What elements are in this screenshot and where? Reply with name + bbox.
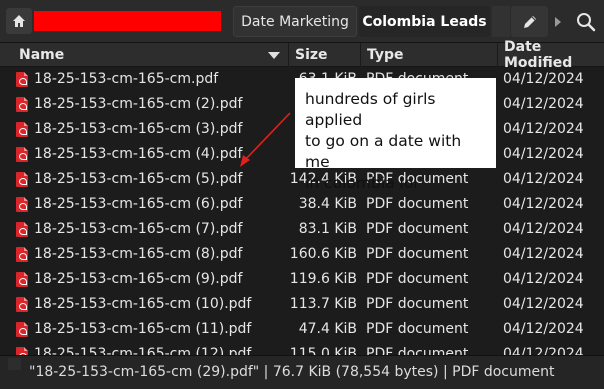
tab-colombia-leads[interactable]: Colombia Leads (359, 6, 490, 37)
file-row[interactable]: 18-25-153-cm-165-cm (7).pdf 83.1 KiB PDF… (0, 217, 604, 242)
file-row[interactable]: 18-25-153-cm-165-cm (6).pdf 38.4 KiB PDF… (0, 192, 604, 217)
file-date: 04/12/2024 (503, 96, 584, 112)
column-header-name[interactable]: Name (0, 43, 289, 67)
file-size: 115.0 KiB (289, 346, 357, 355)
pdf-file-icon (16, 247, 28, 262)
column-type-label: Type (367, 47, 404, 63)
file-name: 18-25-153-cm-165-cm (11).pdf (34, 321, 252, 337)
pdf-file-icon (16, 72, 28, 87)
search-button[interactable] (571, 6, 601, 37)
column-header-bar: Name Size Type Date Modified (0, 39, 604, 71)
edit-path-button[interactable] (511, 6, 548, 37)
pdf-file-icon (16, 347, 28, 355)
tab-label: Date Marketing (241, 13, 349, 30)
tab-overflow[interactable] (492, 6, 510, 37)
column-header-date-modified[interactable]: Date Modified (498, 39, 604, 71)
file-name: 18-25-153-cm-165-cm (6).pdf (34, 196, 243, 212)
file-type: PDF document (366, 271, 469, 287)
pdf-file-icon (16, 122, 28, 137)
redacted-path-segment (34, 11, 221, 31)
file-size: 38.4 KiB (298, 196, 357, 212)
file-name: 18-25-153-cm-165-cm (3).pdf (34, 121, 243, 137)
annotation-line: to go on a date with me (305, 132, 462, 171)
file-date: 04/12/2024 (503, 296, 584, 312)
status-bar-corner (8, 358, 21, 370)
file-name: 18-25-153-cm-165-cm (12).pdf (34, 346, 252, 355)
file-date: 04/12/2024 (503, 146, 584, 162)
file-size: 47.4 KiB (298, 321, 357, 337)
annotation-line: in colombia lol (305, 174, 418, 192)
chevron-right-icon (554, 16, 561, 27)
file-size: 113.7 KiB (289, 296, 357, 312)
file-row[interactable]: 18-25-153-cm-165-cm (11).pdf 47.4 KiB PD… (0, 317, 604, 342)
file-row[interactable]: 18-25-153-cm-165-cm (8).pdf 160.6 KiB PD… (0, 242, 604, 267)
status-bar: "18-25-153-cm-165-cm (29).pdf" | 76.7 Ki… (0, 355, 604, 389)
file-row[interactable]: 18-25-153-cm-165-cm (9).pdf 119.6 KiB PD… (0, 267, 604, 292)
file-name: 18-25-153-cm-165-cm (4).pdf (34, 146, 243, 162)
file-date: 04/12/2024 (503, 196, 584, 212)
file-size: 83.1 KiB (298, 221, 357, 237)
file-type: PDF document (366, 346, 469, 355)
scroll-tabs-button[interactable] (548, 6, 567, 37)
column-size-label: Size (295, 47, 328, 63)
pencil-icon (523, 15, 536, 28)
file-date: 04/12/2024 (503, 171, 584, 187)
file-row[interactable]: 18-25-153-cm-165-cm (10).pdf 113.7 KiB P… (0, 292, 604, 317)
pdf-file-icon (16, 197, 28, 212)
file-date: 04/12/2024 (503, 321, 584, 337)
selection-status: "18-25-153-cm-165-cm (29).pdf" | 76.7 Ki… (29, 364, 555, 380)
file-name: 18-25-153-cm-165-cm (2).pdf (34, 96, 243, 112)
file-name: 18-25-153-cm-165-cm (7).pdf (34, 221, 243, 237)
file-date: 04/12/2024 (503, 71, 584, 87)
pdf-file-icon (16, 172, 28, 187)
annotation-line: hundreds of girls applied (305, 90, 436, 129)
file-date: 04/12/2024 (503, 346, 584, 355)
home-button[interactable] (6, 8, 32, 34)
pdf-file-icon (16, 97, 28, 112)
file-name: 18-25-153-cm-165-cm (9).pdf (34, 271, 243, 287)
annotation-arrow (240, 112, 291, 167)
file-name: 18-25-153-cm-165-cm (10).pdf (34, 296, 252, 312)
file-type: PDF document (366, 221, 469, 237)
file-type: PDF document (366, 246, 469, 262)
file-date: 04/12/2024 (503, 121, 584, 137)
file-row[interactable]: 18-25-153-cm-165-cm (5).pdf 142.4 KiB PD… (0, 167, 604, 192)
tab-date-marketing[interactable]: Date Marketing (233, 6, 357, 37)
tab-label: Colombia Leads (362, 13, 487, 30)
file-size: 119.6 KiB (289, 271, 357, 287)
file-name: 18-25-153-cm-165-cm.pdf (34, 71, 219, 87)
path-bar: Date Marketing Colombia Leads (0, 0, 604, 43)
column-header-type[interactable]: Type (361, 43, 498, 67)
file-name: 18-25-153-cm-165-cm (5).pdf (34, 171, 243, 187)
annotation-note: hundreds of girls applied to go on a dat… (295, 78, 496, 192)
column-name-label: Name (19, 47, 65, 63)
file-type: PDF document (366, 296, 469, 312)
pdf-file-icon (16, 147, 28, 162)
sort-descending-icon (268, 52, 280, 59)
file-date: 04/12/2024 (503, 246, 584, 262)
pdf-file-icon (16, 272, 28, 287)
home-icon (13, 15, 25, 27)
file-size: 160.6 KiB (289, 246, 357, 262)
file-row[interactable]: 18-25-153-cm-165-cm (12).pdf 115.0 KiB P… (0, 342, 604, 355)
search-icon (577, 12, 596, 31)
file-type: PDF document (366, 196, 469, 212)
pdf-file-icon (16, 322, 28, 337)
file-name: 18-25-153-cm-165-cm (8).pdf (34, 246, 243, 262)
file-type: PDF document (366, 321, 469, 337)
file-date: 04/12/2024 (503, 271, 584, 287)
file-date: 04/12/2024 (503, 221, 584, 237)
pdf-file-icon (16, 222, 28, 237)
pdf-file-icon (16, 297, 28, 312)
column-header-size[interactable]: Size (289, 43, 361, 67)
